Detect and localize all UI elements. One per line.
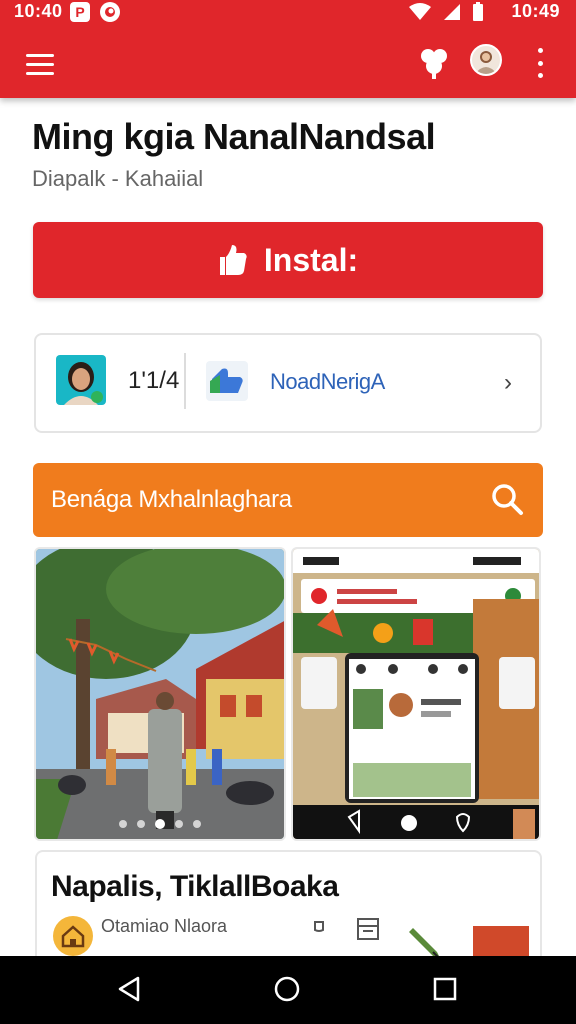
card-divider	[184, 353, 186, 409]
search-bar[interactable]: Benága Mxhalnlaghara	[33, 463, 543, 537]
chevron-right-icon[interactable]: ›	[504, 369, 512, 397]
signal-icon	[444, 4, 460, 20]
avatar[interactable]	[470, 44, 502, 76]
tag-icon[interactable]	[309, 918, 333, 942]
navigation-bar	[0, 956, 576, 1024]
post-subtitle: Otamiao Nlaora	[101, 916, 228, 936]
stat-count: 1'1/4	[128, 367, 180, 394]
back-icon[interactable]	[114, 974, 144, 1004]
install-button[interactable]: Instal:	[33, 222, 543, 298]
system-icons	[408, 2, 484, 22]
search-icon[interactable]	[489, 481, 525, 517]
more-icon[interactable]	[532, 48, 548, 78]
carousel-dots	[36, 819, 284, 829]
install-icon	[219, 245, 247, 275]
home-nav-icon[interactable]	[272, 974, 302, 1004]
notification-icon: P	[70, 2, 90, 22]
notification-app-icon	[100, 2, 120, 22]
share-icon[interactable]	[416, 44, 452, 80]
status-time-right: 10:49	[511, 1, 560, 21]
app-bar	[0, 30, 576, 94]
battery-icon	[473, 2, 483, 21]
search-label: Benága Mxhalnlaghara	[51, 486, 292, 513]
home-icon	[53, 916, 93, 956]
like-icon	[206, 361, 248, 401]
install-label: Instal:	[263, 241, 359, 278]
app-title: Ming kgia NanalNandsal	[32, 116, 436, 157]
status-bar: 10:40 P 10:49	[0, 0, 576, 26]
status-time-left: 10:40	[14, 1, 63, 21]
calendar-icon[interactable]	[355, 916, 381, 942]
post-title: Napalis, TiklallBoaka	[51, 870, 339, 903]
screenshot-app-feed[interactable]	[291, 547, 541, 841]
feed-illustration	[293, 549, 539, 839]
recent-icon[interactable]	[430, 974, 460, 1004]
developer-card[interactable]: 1'1/4 NoadNerigA ›	[34, 333, 542, 433]
app-subtitle: Diapalk - Kahaiial	[32, 166, 204, 191]
street-illustration	[36, 549, 284, 839]
wifi-icon	[409, 3, 431, 20]
developer-name[interactable]: NoadNerigA	[270, 369, 385, 395]
screenshot-street-scene[interactable]	[34, 547, 286, 841]
menu-icon[interactable]	[26, 46, 66, 82]
developer-avatar	[56, 355, 106, 405]
top-app-bar: 10:40 P 10:49	[0, 0, 576, 98]
